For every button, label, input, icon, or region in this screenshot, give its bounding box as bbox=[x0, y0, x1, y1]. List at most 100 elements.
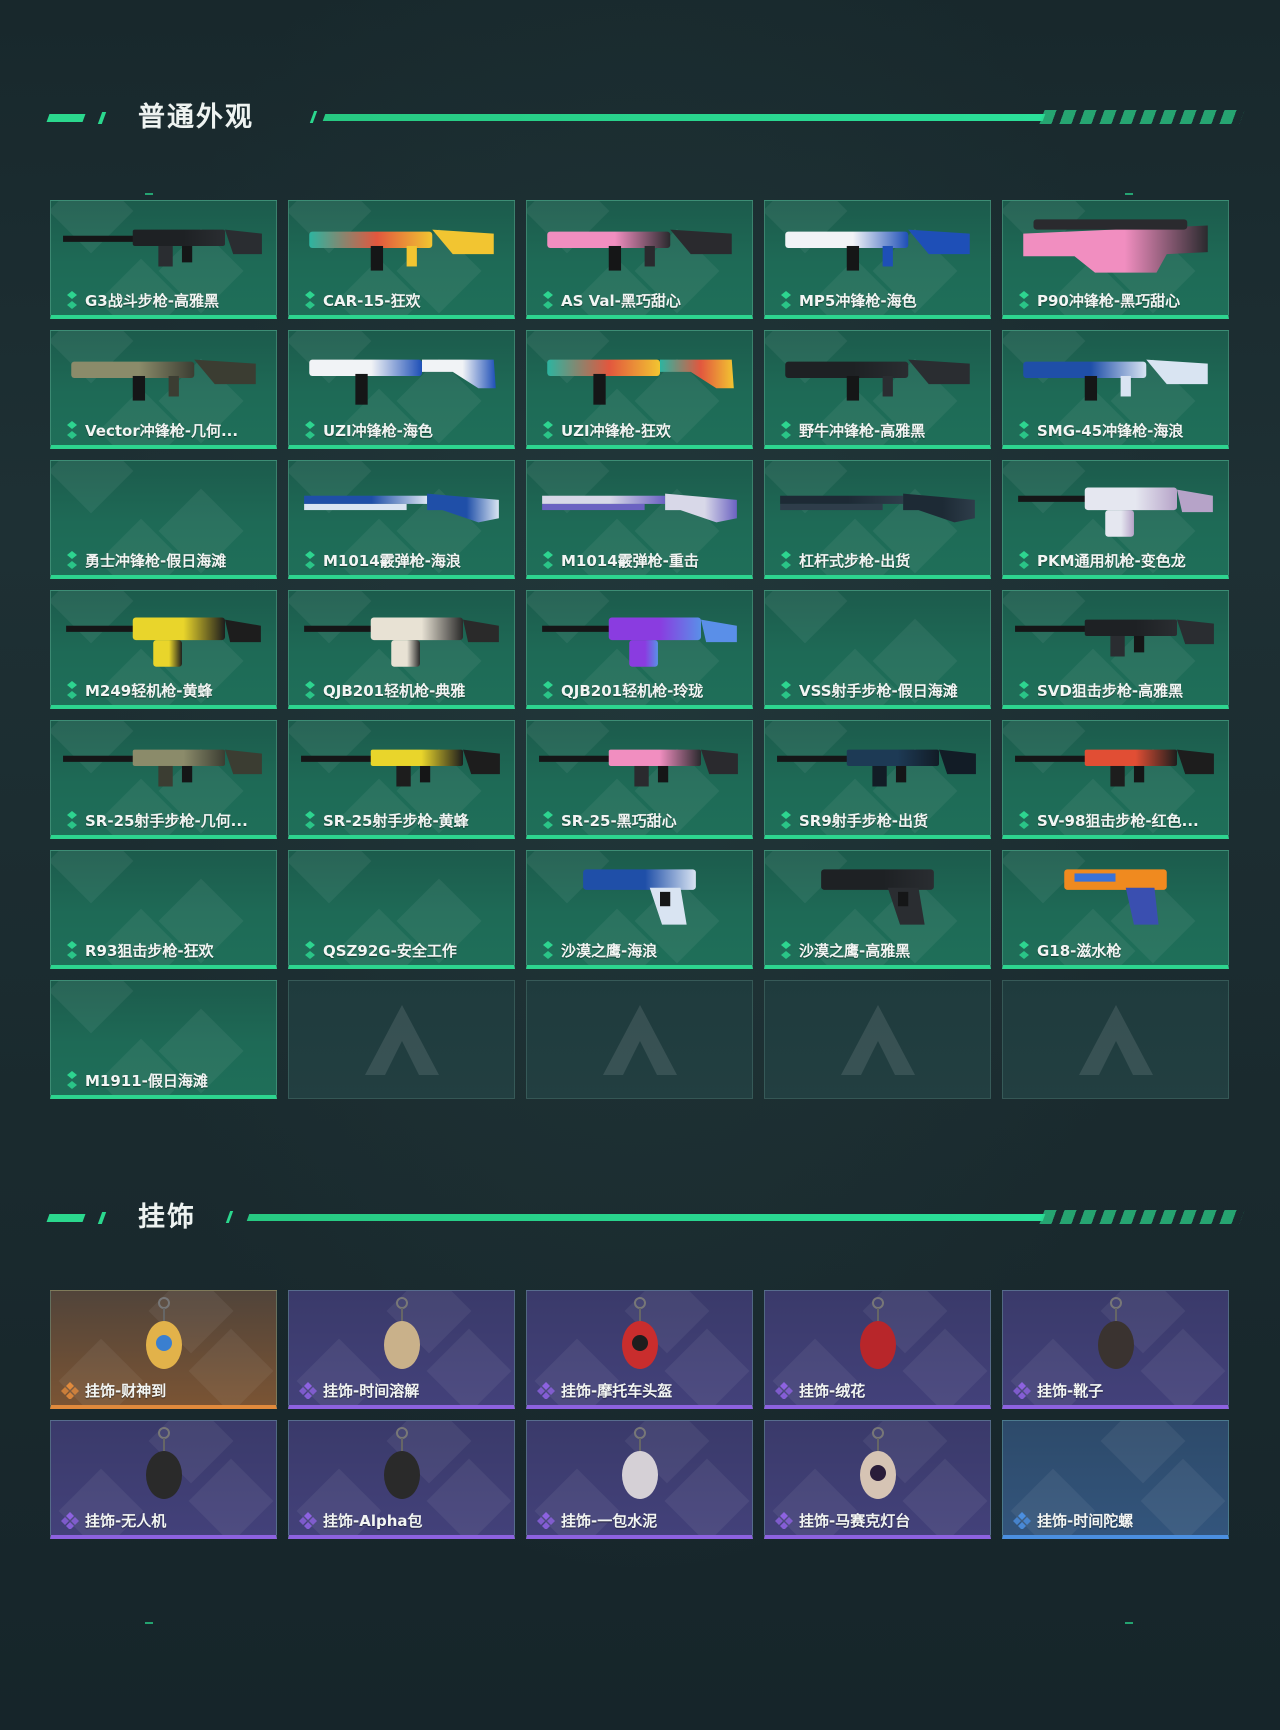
skin-card[interactable]: QJB201轻机枪-典雅 bbox=[288, 590, 515, 709]
rarity-diamond-icon bbox=[537, 1381, 555, 1400]
skin-card[interactable]: M1014霰弹枪-海浪 bbox=[288, 460, 515, 579]
skin-label: SR-25射手步枪-几何... bbox=[85, 812, 248, 830]
rarity-diamond-icon bbox=[303, 551, 317, 569]
skin-card[interactable]: G18-滋水枪 bbox=[1002, 850, 1229, 969]
charm-card[interactable]: 挂饰-无人机 bbox=[50, 1420, 277, 1539]
skin-card[interactable]: MP5冲锋枪-海色 bbox=[764, 200, 991, 319]
skin-card[interactable]: Vector冲锋枪-几何... bbox=[50, 330, 277, 449]
weapon-image bbox=[1013, 211, 1218, 283]
skin-label: 沙漠之鹰-高雅黑 bbox=[799, 942, 911, 960]
charm-card[interactable]: 挂饰-马赛克灯台 bbox=[764, 1420, 991, 1539]
card-decoration bbox=[765, 591, 848, 644]
skin-card[interactable]: QSZ92G-安全工作 bbox=[288, 850, 515, 969]
skin-card[interactable]: UZI冲锋枪-狂欢 bbox=[526, 330, 753, 449]
header-accent bbox=[309, 111, 318, 123]
charm-card[interactable]: 挂饰-摩托车头盔 bbox=[526, 1290, 753, 1409]
placeholder-logo-icon bbox=[364, 1004, 439, 1075]
rarity-diamond-icon bbox=[65, 551, 79, 569]
charm-card[interactable]: 挂饰-财神到 bbox=[50, 1290, 277, 1409]
rarity-diamond-icon bbox=[65, 291, 79, 309]
skin-card[interactable]: SV-98狙击步枪-红色... bbox=[1002, 720, 1229, 839]
header-line bbox=[246, 1214, 1046, 1221]
skin-card[interactable]: SR-25射手步枪-黄蜂 bbox=[288, 720, 515, 839]
placeholder-logo-icon bbox=[602, 1004, 677, 1075]
charm-label: 挂饰-Alpha包 bbox=[323, 1512, 423, 1530]
skin-card[interactable]: 勇士冲锋枪-假日海滩 bbox=[50, 460, 277, 579]
charm-card[interactable]: 挂饰-靴子 bbox=[1002, 1290, 1229, 1409]
skin-card[interactable]: SR-25射手步枪-几何... bbox=[50, 720, 277, 839]
skin-card[interactable]: 沙漠之鹰-高雅黑 bbox=[764, 850, 991, 969]
rarity-diamond-icon bbox=[65, 1071, 79, 1089]
skin-card[interactable]: SR-25-黑巧甜心 bbox=[526, 720, 753, 839]
skins-grid: G3战斗步枪-高雅黑 CAR-15-狂欢 AS Val-黑巧甜心 MP5冲锋枪-海色 P… bbox=[50, 200, 1229, 1099]
card-decoration bbox=[51, 981, 134, 1034]
corner-mark bbox=[1125, 193, 1133, 195]
weapon-image bbox=[1013, 341, 1218, 413]
skin-label: PKM通用机枪-变色龙 bbox=[1037, 552, 1186, 570]
card-decoration bbox=[51, 851, 134, 904]
rarity-diamond-icon bbox=[299, 1381, 317, 1400]
rarity-diamond-icon bbox=[61, 1381, 79, 1400]
weapon-image bbox=[537, 211, 742, 283]
charm-card[interactable]: 挂饰-绒花 bbox=[764, 1290, 991, 1409]
skin-card[interactable]: G3战斗步枪-高雅黑 bbox=[50, 200, 277, 319]
weapon-image bbox=[299, 731, 504, 803]
rarity-diamond-icon bbox=[65, 421, 79, 439]
weapon-image bbox=[61, 601, 266, 673]
corner-mark bbox=[145, 193, 153, 195]
skin-card[interactable]: SVD狙击步枪-高雅黑 bbox=[1002, 590, 1229, 709]
empty-slot bbox=[288, 980, 515, 1099]
rarity-diamond-icon bbox=[65, 681, 79, 699]
skin-card[interactable]: M1911-假日海滩 bbox=[50, 980, 277, 1099]
skin-card[interactable]: 野牛冲锋枪-高雅黑 bbox=[764, 330, 991, 449]
header-accent bbox=[46, 114, 86, 122]
charm-label: 挂饰-摩托车头盔 bbox=[561, 1382, 673, 1400]
skin-label: UZI冲锋枪-狂欢 bbox=[561, 422, 671, 440]
charm-label: 挂饰-无人机 bbox=[85, 1512, 167, 1530]
placeholder-logo-icon bbox=[1078, 1004, 1153, 1075]
weapon-image bbox=[299, 211, 504, 283]
header-accent bbox=[225, 1211, 234, 1223]
alpha-bag-icon bbox=[362, 1427, 442, 1511]
charm-label: 挂饰-靴子 bbox=[1037, 1382, 1104, 1400]
charm-card[interactable]: 挂饰-时间溶解 bbox=[288, 1290, 515, 1409]
skin-card[interactable]: UZI冲锋枪-海色 bbox=[288, 330, 515, 449]
placeholder-logo-icon bbox=[840, 1004, 915, 1075]
weapon-image bbox=[537, 471, 742, 543]
mosaic-lamp-icon bbox=[838, 1427, 918, 1511]
skin-card[interactable]: 杠杆式步枪-出货 bbox=[764, 460, 991, 579]
skin-card[interactable]: M249轻机枪-黄蜂 bbox=[50, 590, 277, 709]
weapon-image bbox=[537, 861, 742, 933]
weapon-image bbox=[1013, 471, 1218, 543]
skin-card[interactable]: AS Val-黑巧甜心 bbox=[526, 200, 753, 319]
skin-card[interactable]: CAR-15-狂欢 bbox=[288, 200, 515, 319]
skin-label: MP5冲锋枪-海色 bbox=[799, 292, 917, 310]
weapon-image bbox=[299, 601, 504, 673]
skin-label: UZI冲锋枪-海色 bbox=[323, 422, 433, 440]
skin-label: M249轻机枪-黄蜂 bbox=[85, 682, 213, 700]
skin-card[interactable]: PKM通用机枪-变色龙 bbox=[1002, 460, 1229, 579]
header-accent bbox=[97, 112, 107, 124]
card-decoration bbox=[289, 851, 372, 904]
rarity-diamond-icon bbox=[65, 811, 79, 829]
skin-card[interactable]: M1014霰弹枪-重击 bbox=[526, 460, 753, 579]
skin-label: SR-25射手步枪-黄蜂 bbox=[323, 812, 469, 830]
rarity-diamond-icon bbox=[1017, 941, 1031, 959]
skin-card[interactable]: P90冲锋枪-黑巧甜心 bbox=[1002, 200, 1229, 319]
skin-card[interactable]: 沙漠之鹰-海浪 bbox=[526, 850, 753, 969]
skin-card[interactable]: R93狙击步枪-狂欢 bbox=[50, 850, 277, 969]
weapon-image bbox=[61, 211, 266, 283]
rarity-diamond-icon bbox=[541, 681, 555, 699]
skin-card[interactable]: SR9射手步枪-出货 bbox=[764, 720, 991, 839]
header-checker bbox=[1039, 1210, 1245, 1224]
charm-card[interactable]: 挂饰-Alpha包 bbox=[288, 1420, 515, 1539]
charm-card[interactable]: 挂饰-一包水泥 bbox=[526, 1420, 753, 1539]
header-line bbox=[322, 114, 1046, 121]
rarity-diamond-icon bbox=[1017, 421, 1031, 439]
skin-card[interactable]: SMG-45冲锋枪-海浪 bbox=[1002, 330, 1229, 449]
charm-card[interactable]: 挂饰-时间陀螺 bbox=[1002, 1420, 1229, 1539]
rarity-diamond-icon bbox=[779, 681, 793, 699]
card-decoration bbox=[51, 461, 134, 514]
skin-card[interactable]: VSS射手步枪-假日海滩 bbox=[764, 590, 991, 709]
skin-card[interactable]: QJB201轻机枪-玲珑 bbox=[526, 590, 753, 709]
